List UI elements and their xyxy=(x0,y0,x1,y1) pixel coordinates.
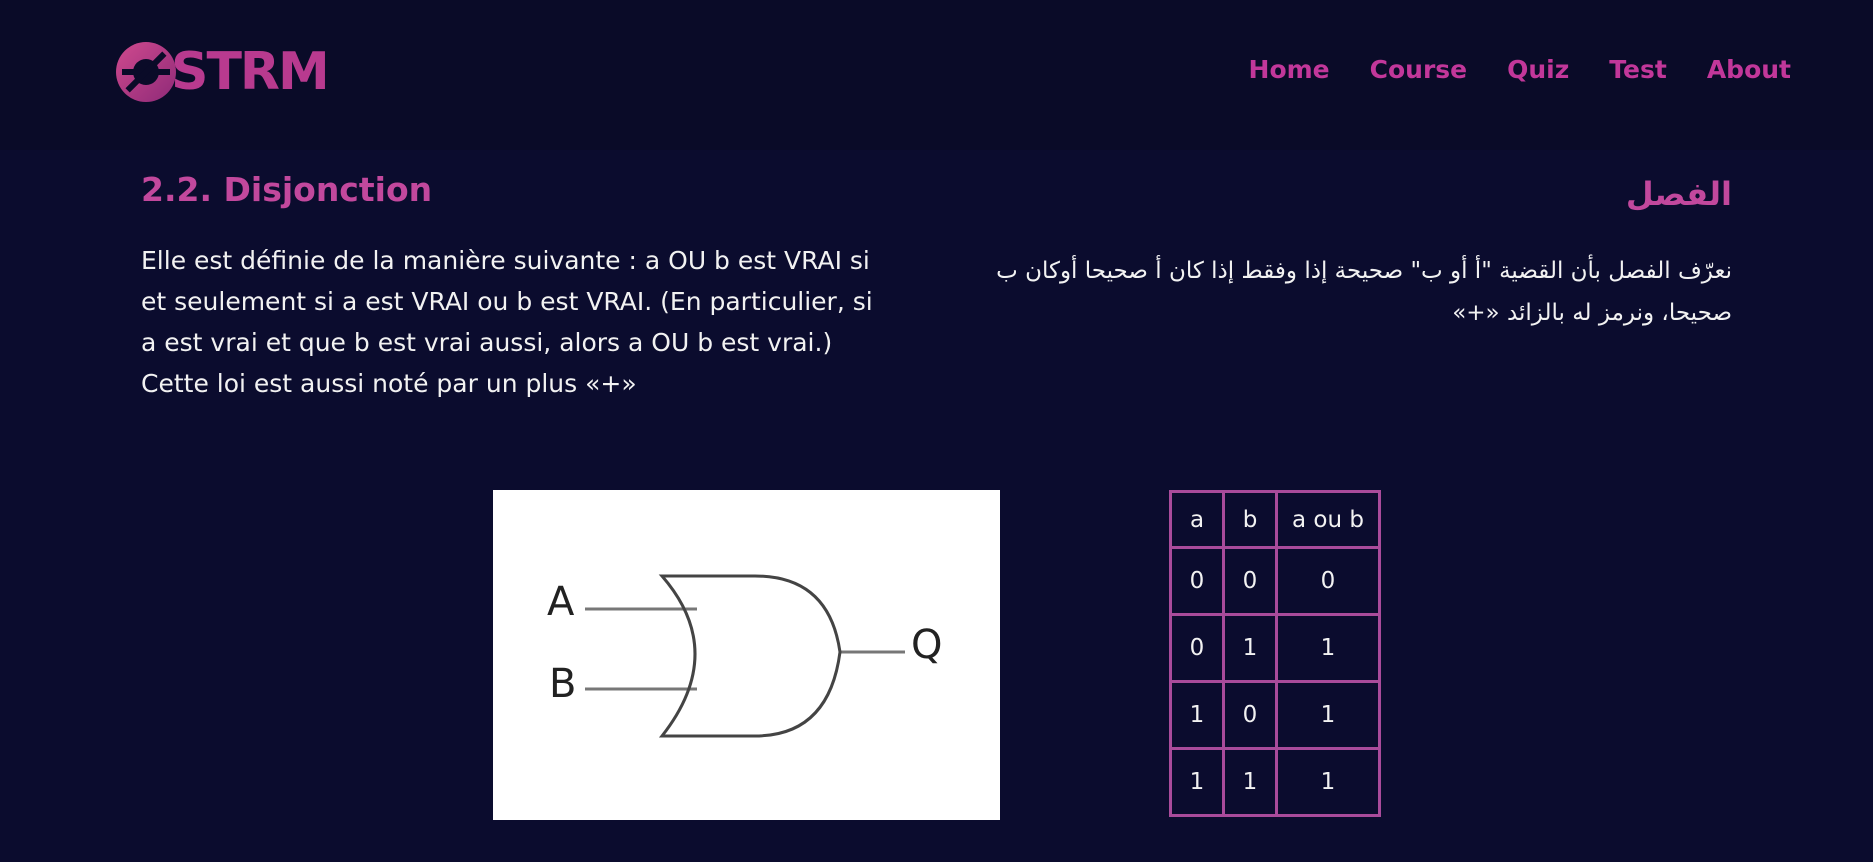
french-section-body: Elle est définie de la manière suivante … xyxy=(141,246,873,398)
nav-home[interactable]: Home xyxy=(1249,52,1330,88)
nav-quiz[interactable]: Quiz xyxy=(1507,52,1569,88)
table-cell: 0 xyxy=(1275,546,1381,616)
table-row: 0 0 0 xyxy=(1169,546,1381,616)
table-cell: 1 xyxy=(1222,747,1278,817)
truth-table-header-b: b xyxy=(1222,490,1278,549)
truth-table-header-row: a b a ou b xyxy=(1169,490,1381,549)
strm-logo[interactable]: STRM xyxy=(113,36,330,108)
table-row: 1 0 1 xyxy=(1169,680,1381,750)
nav-about[interactable]: About xyxy=(1707,52,1791,88)
table-row: 1 1 1 xyxy=(1169,747,1381,817)
table-cell: 1 xyxy=(1169,747,1225,817)
table-cell: 1 xyxy=(1275,680,1381,750)
main-nav: Home Course Quiz Test About xyxy=(1209,52,1791,88)
arabic-section-title: الفصل xyxy=(1625,175,1732,213)
nav-course[interactable]: Course xyxy=(1370,52,1468,88)
table-cell: 1 xyxy=(1275,613,1381,683)
gate-input-a-label: A xyxy=(547,579,575,625)
french-section-title: 2.2. Disjonction xyxy=(141,170,433,209)
truth-table: a b a ou b 0 0 0 0 1 1 1 0 1 1 1 1 xyxy=(1169,490,1381,817)
logo-ring-icon xyxy=(116,42,176,102)
table-row: 0 1 1 xyxy=(1169,613,1381,683)
truth-table-header-a-or-b: a ou b xyxy=(1275,490,1381,549)
table-cell: 1 xyxy=(1275,747,1381,817)
table-cell: 0 xyxy=(1169,613,1225,683)
gate-input-b-label: B xyxy=(549,661,576,707)
nav-test[interactable]: Test xyxy=(1609,52,1667,88)
or-gate-symbol: A B Q xyxy=(547,574,942,738)
table-cell: 0 xyxy=(1222,546,1278,616)
arabic-section-body: نعرّف الفصل بأن القضية "أ أو ب" صحيحة إذ… xyxy=(996,258,1732,326)
top-navigation-bar: STRM Home Course Quiz Test About xyxy=(0,0,1873,150)
logo-text: STRM xyxy=(171,42,330,102)
table-cell: 0 xyxy=(1222,680,1278,750)
gate-output-label: Q xyxy=(911,622,942,668)
or-gate-body xyxy=(658,574,842,738)
table-cell: 1 xyxy=(1222,613,1278,683)
table-cell: 0 xyxy=(1169,546,1225,616)
or-gate-diagram: A B Q xyxy=(493,490,1000,820)
table-cell: 1 xyxy=(1169,680,1225,750)
truth-table-header-a: a xyxy=(1169,490,1225,549)
